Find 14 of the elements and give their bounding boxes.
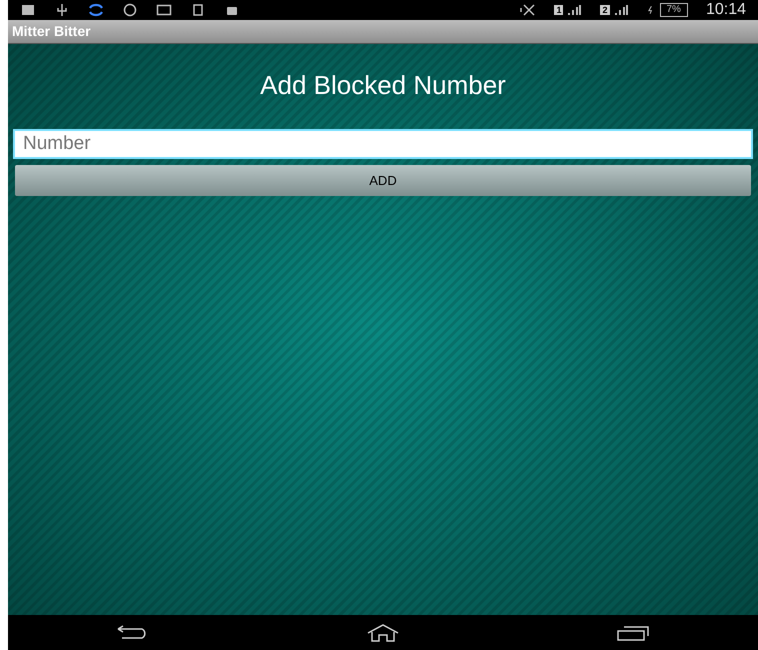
- home-icon: [366, 624, 400, 642]
- sim-label: 1: [554, 5, 564, 15]
- battery-level: 7%: [660, 3, 688, 17]
- add-button[interactable]: ADD: [15, 165, 751, 196]
- sync-icon: [88, 3, 104, 17]
- muted-icon: [520, 3, 536, 17]
- number-field[interactable]: Number: [13, 129, 753, 159]
- page-heading: Add Blocked Number: [259, 69, 507, 102]
- signal-icon: [612, 3, 628, 17]
- app-title: Mitter Bitter: [12, 22, 91, 41]
- sim-label: 2: [600, 5, 610, 15]
- recent-apps-icon: [616, 624, 650, 640]
- clock: 10:14: [706, 1, 746, 19]
- signal-icon: [566, 3, 582, 17]
